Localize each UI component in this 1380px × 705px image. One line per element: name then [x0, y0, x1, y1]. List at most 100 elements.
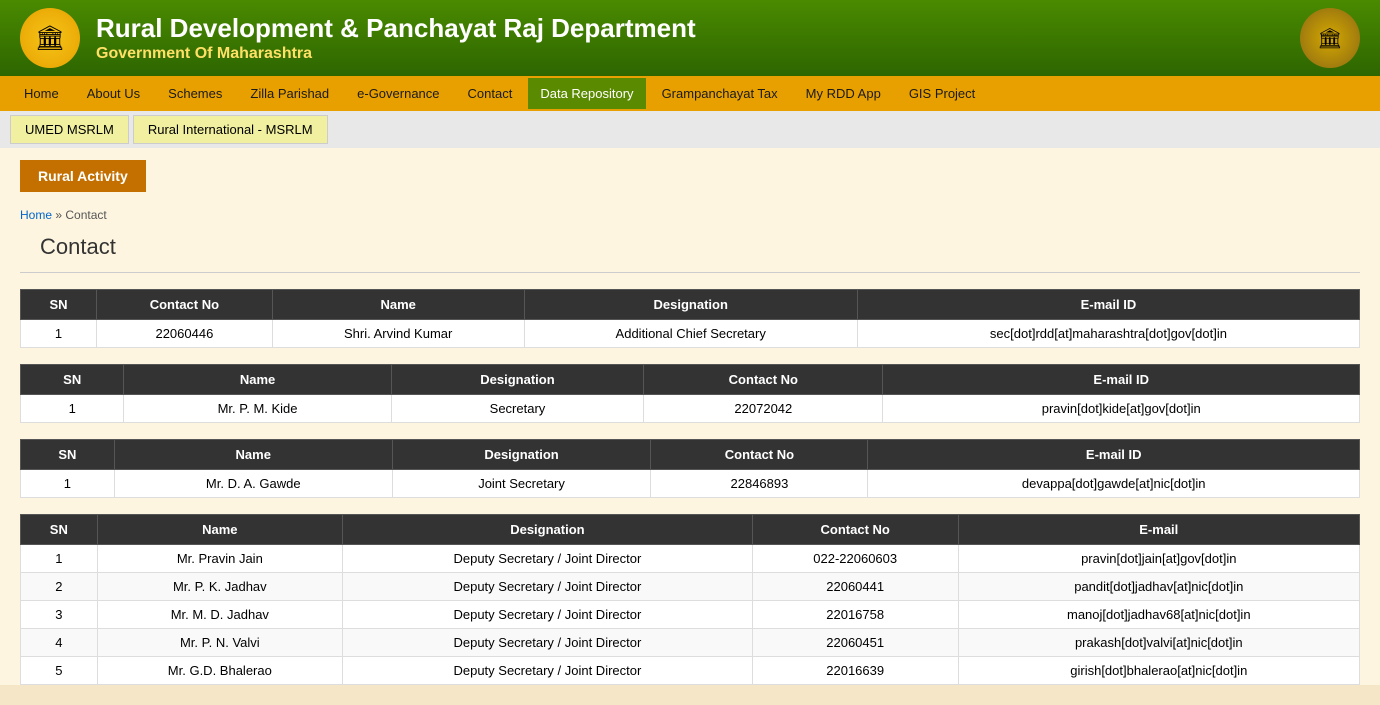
table-row: 1Mr. P. M. KideSecretary22072042pravin[d… [21, 395, 1360, 423]
site-title: Rural Development & Panchayat Raj Depart… [96, 13, 696, 44]
t4-col-designation: Designation [343, 515, 753, 545]
table-cell: Secretary [391, 395, 644, 423]
table4: SN Name Designation Contact No E-mail 1M… [20, 514, 1360, 685]
table-cell: Mr. M. D. Jadhav [97, 601, 342, 629]
nav-gis[interactable]: GIS Project [895, 76, 989, 111]
table-cell: Deputy Secretary / Joint Director [343, 629, 753, 657]
sub-nav-umed[interactable]: UMED MSRLM [10, 115, 129, 144]
page-area: Rural Activity Home » Contact Contact SN… [0, 148, 1380, 685]
header: 🏛 Rural Development & Panchayat Raj Depa… [0, 0, 1380, 76]
table-cell: pandit[dot]jadhav[at]nic[dot]in [958, 573, 1359, 601]
table-cell: 22016639 [752, 657, 958, 685]
table-cell: Mr. P. K. Jadhav [97, 573, 342, 601]
nav-grampanchayat[interactable]: Grampanchayat Tax [648, 76, 792, 111]
nav-zilla[interactable]: Zilla Parishad [236, 76, 343, 111]
t3-col-contactno: Contact No [651, 440, 868, 470]
table-cell: Additional Chief Secretary [524, 320, 857, 348]
table-cell: pravin[dot]kide[at]gov[dot]in [883, 395, 1360, 423]
table-cell: girish[dot]bhalerao[at]nic[dot]in [958, 657, 1359, 685]
table-cell: 1 [21, 545, 98, 573]
nav-contact[interactable]: Contact [454, 76, 527, 111]
header-left: 🏛 Rural Development & Panchayat Raj Depa… [20, 8, 696, 68]
table-cell: 22060446 [97, 320, 273, 348]
table-cell: 22016758 [752, 601, 958, 629]
t2-col-contactno: Contact No [644, 365, 883, 395]
contact-section: SN Contact No Name Designation E-mail ID… [20, 289, 1360, 685]
site-subtitle: Government Of Maharashtra [96, 45, 696, 63]
table-cell: 022-22060603 [752, 545, 958, 573]
table-cell: 3 [21, 601, 98, 629]
table-cell: 4 [21, 629, 98, 657]
sub-nav: UMED MSRLM Rural International - MSRLM [0, 111, 1380, 148]
table-cell: 1 [21, 320, 97, 348]
t3-col-name: Name [114, 440, 392, 470]
page-title: Contact [20, 230, 1360, 273]
logo-right-icon: 🏛 [1300, 8, 1360, 68]
table-cell: Joint Secretary [392, 470, 651, 498]
table-cell: Deputy Secretary / Joint Director [343, 573, 753, 601]
nav-data-repository[interactable]: Data Repository [526, 76, 647, 111]
table-cell: 5 [21, 657, 98, 685]
table-cell: 22072042 [644, 395, 883, 423]
table-row: 2Mr. P. K. JadhavDeputy Secretary / Join… [21, 573, 1360, 601]
nav-home[interactable]: Home [10, 76, 73, 111]
t3-col-sn: SN [21, 440, 115, 470]
t1-col-designation: Designation [524, 290, 857, 320]
t2-col-email: E-mail ID [883, 365, 1360, 395]
nav-egovernance[interactable]: e-Governance [343, 76, 453, 111]
t4-col-contactno: Contact No [752, 515, 958, 545]
breadcrumb: Home » Contact [0, 204, 1380, 230]
table1: SN Contact No Name Designation E-mail ID… [20, 289, 1360, 348]
nav-bar: Home About Us Schemes Zilla Parishad e-G… [0, 76, 1380, 111]
table-cell: 1 [21, 395, 124, 423]
nav-schemes[interactable]: Schemes [154, 76, 236, 111]
t1-col-name: Name [272, 290, 524, 320]
breadcrumb-separator: » [55, 208, 62, 222]
table3: SN Name Designation Contact No E-mail ID… [20, 439, 1360, 498]
t2-col-designation: Designation [391, 365, 644, 395]
table-row: 4Mr. P. N. ValviDeputy Secretary / Joint… [21, 629, 1360, 657]
table-cell: 22060451 [752, 629, 958, 657]
table-cell: manoj[dot]jadhav68[at]nic[dot]in [958, 601, 1359, 629]
table2: SN Name Designation Contact No E-mail ID… [20, 364, 1360, 423]
table-cell: 1 [21, 470, 115, 498]
table-cell: Mr. D. A. Gawde [114, 470, 392, 498]
t2-col-sn: SN [21, 365, 124, 395]
t3-col-email: E-mail ID [868, 440, 1360, 470]
table-cell: Deputy Secretary / Joint Director [343, 657, 753, 685]
rural-activity-btn[interactable]: Rural Activity [0, 148, 1380, 204]
nav-about[interactable]: About Us [73, 76, 154, 111]
sub-nav-rural-international[interactable]: Rural International - MSRLM [133, 115, 328, 144]
t1-col-sn: SN [21, 290, 97, 320]
table-cell: prakash[dot]valvi[at]nic[dot]in [958, 629, 1359, 657]
table-cell: Mr. P. M. Kide [124, 395, 391, 423]
table-cell: Mr. G.D. Bhalerao [97, 657, 342, 685]
breadcrumb-current: Contact [65, 208, 106, 222]
table-cell: Mr. Pravin Jain [97, 545, 342, 573]
table-row: 1Mr. Pravin JainDeputy Secretary / Joint… [21, 545, 1360, 573]
table-cell: Deputy Secretary / Joint Director [343, 601, 753, 629]
table-cell: 22060441 [752, 573, 958, 601]
table-cell: Deputy Secretary / Joint Director [343, 545, 753, 573]
nav-myrdd[interactable]: My RDD App [792, 76, 895, 111]
table-row: 5Mr. G.D. BhaleraoDeputy Secretary / Joi… [21, 657, 1360, 685]
table-cell: 22846893 [651, 470, 868, 498]
breadcrumb-home[interactable]: Home [20, 208, 52, 222]
t1-col-contactno: Contact No [97, 290, 273, 320]
table-cell: Mr. P. N. Valvi [97, 629, 342, 657]
table-cell: devappa[dot]gawde[at]nic[dot]in [868, 470, 1360, 498]
header-title: Rural Development & Panchayat Raj Depart… [96, 13, 696, 62]
table-cell: 2 [21, 573, 98, 601]
table-row: 122060446Shri. Arvind KumarAdditional Ch… [21, 320, 1360, 348]
t2-col-name: Name [124, 365, 391, 395]
t4-col-name: Name [97, 515, 342, 545]
t4-col-email: E-mail [958, 515, 1359, 545]
t3-col-designation: Designation [392, 440, 651, 470]
table-row: 1Mr. D. A. GawdeJoint Secretary22846893d… [21, 470, 1360, 498]
table-cell: Shri. Arvind Kumar [272, 320, 524, 348]
table-cell: sec[dot]rdd[at]maharashtra[dot]gov[dot]i… [857, 320, 1359, 348]
table-row: 3Mr. M. D. JadhavDeputy Secretary / Join… [21, 601, 1360, 629]
table-cell: pravin[dot]jain[at]gov[dot]in [958, 545, 1359, 573]
logo-left-icon: 🏛 [20, 8, 80, 68]
t4-col-sn: SN [21, 515, 98, 545]
